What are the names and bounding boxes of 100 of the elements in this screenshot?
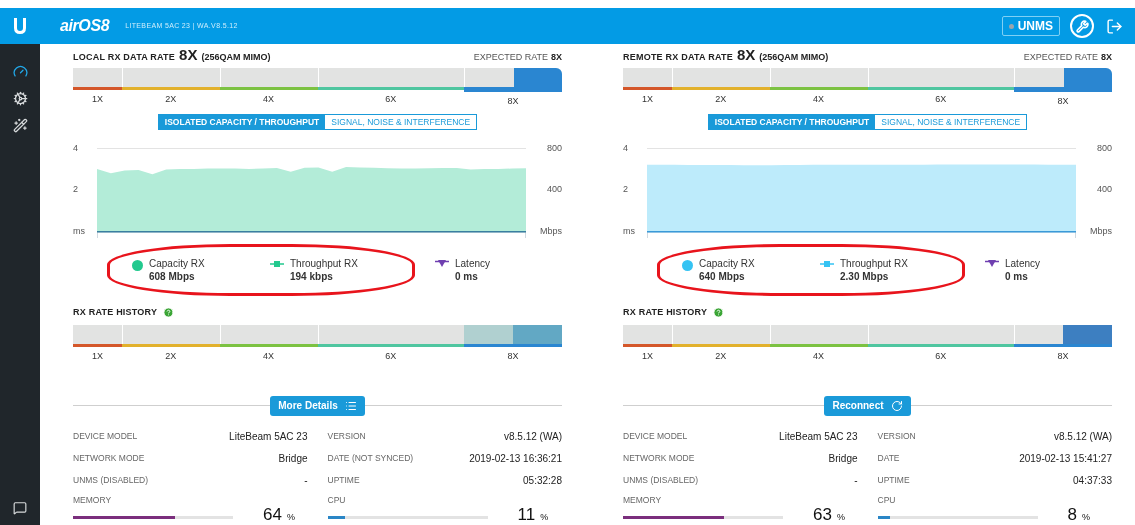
- detail-value: -: [304, 474, 308, 488]
- rate-label: 2X: [165, 93, 177, 106]
- rate-label: 4X: [263, 93, 275, 106]
- logo-icon[interactable]: [13, 18, 27, 34]
- detail-value: 05:32:28: [523, 474, 562, 488]
- axis-tick: 2: [73, 185, 79, 194]
- detail-label: DEVICE MODEL: [73, 430, 138, 443]
- logout-icon[interactable]: [1106, 17, 1123, 35]
- rate-label: 4X: [263, 350, 275, 363]
- gears-icon[interactable]: [12, 91, 28, 106]
- detail-label: VERSION: [327, 430, 366, 443]
- refresh-icon: [890, 399, 903, 412]
- meter-reading: 63: [813, 506, 832, 524]
- legend-value: 0 ms: [455, 269, 479, 283]
- axis-tick: 800: [546, 143, 562, 153]
- axis-tick: 400: [1096, 185, 1112, 194]
- expected-rate-value: 8X: [551, 50, 562, 64]
- message-icon[interactable]: [13, 501, 27, 515]
- meter-reading: 8: [1067, 506, 1077, 524]
- unms-button[interactable]: UNMS: [1001, 16, 1060, 36]
- detail-value: 2019-02-13 15:41:27: [1019, 452, 1112, 466]
- meter-unit: %: [1081, 511, 1090, 525]
- meter-label: MEMORY: [73, 493, 113, 507]
- detail-label: UPTIME: [327, 474, 360, 487]
- rate-value: 8X: [736, 46, 756, 62]
- view-tab[interactable]: ISOLATED CAPACITY / THROUGHPUT: [708, 114, 876, 129]
- legend-label: Throughput RX: [290, 256, 358, 270]
- rate-label: 8X: [1057, 350, 1069, 363]
- legend-label: Latency: [1005, 256, 1041, 270]
- view-tab[interactable]: ISOLATED CAPACITY / THROUGHPUT: [158, 114, 326, 129]
- rate-label: 4X: [813, 350, 825, 363]
- detail-label: UNMS (DISABLED): [623, 474, 699, 487]
- axis-unit: Mbps: [1090, 226, 1112, 236]
- detail-value: Bridge: [828, 452, 858, 466]
- modulation-text: (256QAM MIMO): [759, 50, 829, 64]
- rate-label: 6X: [935, 93, 947, 106]
- axis-unit: ms: [73, 226, 86, 236]
- detail-value: 2019-02-13 16:36:21: [469, 452, 562, 466]
- section-title: RX RATE HISTORY: [623, 305, 708, 319]
- rate-label: 1X: [91, 350, 103, 363]
- meter-label: CPU: [877, 493, 897, 507]
- meter-label: MEMORY: [623, 493, 663, 507]
- modulation-text: (256QAM MIMO): [201, 50, 271, 64]
- detail-value: LiteBeam 5AC 23: [779, 430, 858, 444]
- legend-value: 2.30 Mbps: [840, 269, 890, 283]
- axis-tick: 4: [73, 143, 79, 153]
- expected-rate-label: EXPECTED RATE: [1023, 50, 1098, 64]
- meter-unit: %: [836, 511, 845, 525]
- list-icon: [344, 399, 357, 412]
- detail-label: UNMS (DISABLED): [73, 474, 149, 487]
- rate-label: 1X: [641, 350, 653, 363]
- rate-label: 1X: [91, 93, 103, 106]
- detail-value: 04:37:33: [1073, 474, 1112, 488]
- meter-reading: 11: [517, 506, 536, 524]
- rate-label: 6X: [935, 350, 947, 363]
- detail-value: v8.5.12 (WA): [504, 430, 562, 444]
- dashboard-icon[interactable]: [12, 64, 28, 79]
- rate-label: 2X: [165, 350, 177, 363]
- rate-value: 8X: [179, 46, 198, 62]
- section-title: RX RATE HISTORY: [73, 305, 158, 319]
- wand-icon[interactable]: [12, 118, 28, 133]
- rate-label: 6X: [385, 350, 397, 363]
- detail-label: DATE: [877, 452, 900, 465]
- panel-title: LOCAL RX DATA RATE: [73, 50, 176, 64]
- detail-value: LiteBeam 5AC 23: [229, 430, 308, 444]
- detail-label: UPTIME: [877, 474, 910, 487]
- detail-label: NETWORK MODE: [73, 452, 145, 465]
- action-button[interactable]: Reconnect: [824, 395, 911, 416]
- legend-label: Latency: [455, 256, 491, 270]
- action-button[interactable]: More Details: [270, 395, 365, 416]
- rate-label: 2X: [715, 350, 727, 363]
- rate-label: 6X: [385, 93, 397, 106]
- meter-unit: %: [540, 511, 549, 525]
- panel-title: REMOTE RX DATA RATE: [623, 50, 733, 64]
- axis-unit: ms: [623, 226, 636, 236]
- expected-rate-value: 8X: [1101, 50, 1112, 64]
- axis-unit: Mbps: [540, 226, 562, 236]
- legend-value: 194 kbps: [290, 269, 334, 283]
- axis-tick: 800: [1096, 143, 1112, 153]
- legend-label: Throughput RX: [840, 256, 908, 270]
- detail-value: -: [854, 474, 858, 488]
- product-logo: airOS8: [60, 16, 110, 36]
- expected-rate-label: EXPECTED RATE: [473, 50, 548, 64]
- legend-value: 0 ms: [1005, 269, 1029, 283]
- detail-label: VERSION: [877, 430, 916, 443]
- detail-label: NETWORK MODE: [623, 452, 695, 465]
- rate-label: 8X: [1057, 95, 1069, 108]
- help-icon[interactable]: [163, 306, 175, 318]
- rate-label: 2X: [715, 93, 727, 106]
- tools-button[interactable]: [1070, 14, 1094, 38]
- legend-value: 640 Mbps: [699, 269, 746, 283]
- legend-label: Capacity RX: [699, 256, 755, 270]
- detail-label: DEVICE MODEL: [623, 430, 688, 443]
- rate-label: 1X: [641, 93, 653, 106]
- axis-tick: 400: [546, 185, 562, 194]
- help-icon[interactable]: [713, 306, 725, 318]
- legend-value: 608 Mbps: [149, 269, 196, 283]
- meter-reading: 64: [263, 506, 282, 524]
- axis-tick: 2: [623, 185, 629, 194]
- wrench-icon: [1075, 19, 1089, 33]
